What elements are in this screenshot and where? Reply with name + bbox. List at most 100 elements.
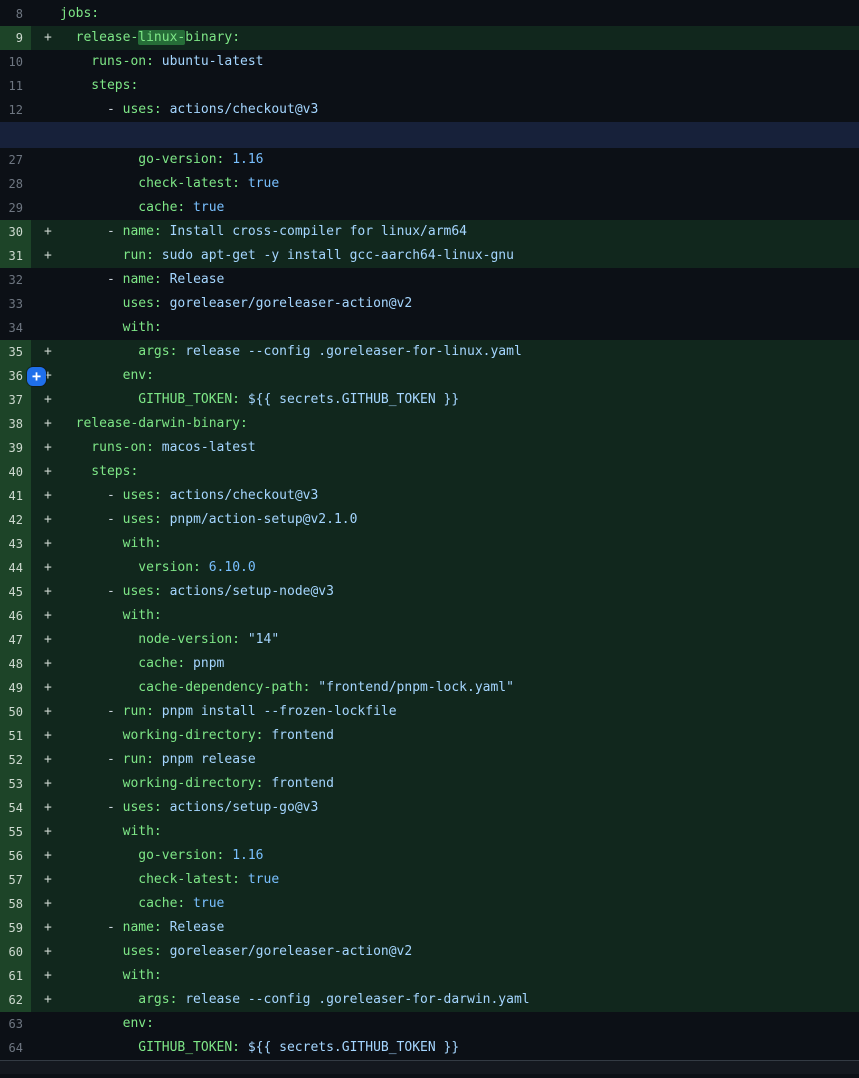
line-number[interactable]: 58 [0,892,31,916]
diff-row: 31+ run: sudo apt-get -y install gcc-aar… [0,244,859,268]
diff-row: 39+ runs-on: macos-latest [0,436,859,460]
line-number[interactable]: 48 [0,652,31,676]
line-number[interactable]: 40 [0,460,31,484]
line-number[interactable]: 38 [0,412,31,436]
code-segment: - [60,584,123,599]
diff-row: 12 - uses: actions/checkout@v3 [0,98,859,122]
line-number[interactable]: 56 [0,844,31,868]
line-number[interactable]: 41 [0,484,31,508]
code-segment: GITHUB_TOKEN: [60,392,240,407]
code-line: with: [60,316,859,340]
line-number[interactable]: 44 [0,556,31,580]
line-number[interactable]: 35 [0,340,31,364]
diff-marker [31,268,60,292]
code-line: go-version: 1.16 [60,148,859,172]
diff-marker: + [31,676,60,700]
diff-row: 33 uses: goreleaser/goreleaser-action@v2 [0,292,859,316]
code-line: steps: [60,460,859,484]
line-number[interactable]: 8 [0,2,31,26]
code-segment: Install cross-compiler for linux/arm64 [162,224,467,239]
line-number[interactable]: 27 [0,148,31,172]
code-segment: - [60,920,123,935]
line-number[interactable]: 61 [0,964,31,988]
line-number[interactable]: 45 [0,580,31,604]
diff-marker [31,74,60,98]
line-number[interactable]: 60 [0,940,31,964]
diff-marker: + [31,916,60,940]
line-number[interactable]: 12 [0,98,31,122]
diff-row: 54+ - uses: actions/setup-go@v3 [0,796,859,820]
line-number[interactable]: 52 [0,748,31,772]
code-line: GITHUB_TOKEN: ${{ secrets.GITHUB_TOKEN }… [60,388,859,412]
code-segment: - [60,488,123,503]
line-number[interactable]: 43 [0,532,31,556]
diff-marker [31,316,60,340]
code-segment: cache: [60,896,185,911]
diff-row: 45+ - uses: actions/setup-node@v3 [0,580,859,604]
line-number[interactable]: 64 [0,1036,31,1060]
code-segment: uses: [123,102,162,117]
code-segment: macos-latest [154,440,256,455]
code-segment: release-darwin-binary: [60,416,248,431]
line-number[interactable]: 31 [0,244,31,268]
diff-row: 48+ cache: pnpm [0,652,859,676]
line-number[interactable]: 33 [0,292,31,316]
line-number[interactable]: 51 [0,724,31,748]
code-line: env: [60,1012,859,1036]
line-number[interactable]: 39 [0,436,31,460]
line-number[interactable]: 37 [0,388,31,412]
code-segment: - [60,704,123,719]
line-number[interactable]: 29 [0,196,31,220]
code-line: - uses: actions/setup-go@v3 [60,796,859,820]
code-line: - uses: pnpm/action-setup@v2.1.0 [60,508,859,532]
line-number[interactable]: 50 [0,700,31,724]
line-number[interactable]: 57 [0,868,31,892]
line-number[interactable]: 30 [0,220,31,244]
diff-row: 28 check-latest: true [0,172,859,196]
diff-row: 47+ node-version: "14" [0,628,859,652]
add-comment-button[interactable]: + [27,367,46,386]
code-line: - name: Release [60,916,859,940]
line-number[interactable]: 54 [0,796,31,820]
line-number[interactable]: 10 [0,50,31,74]
code-segment: uses: [123,488,162,503]
line-number[interactable]: 11 [0,74,31,98]
diff-marker: + [31,388,60,412]
diff-row: 8jobs: [0,2,859,26]
code-line: GITHUB_TOKEN: ${{ secrets.GITHUB_TOKEN }… [60,1036,859,1060]
code-segment: cache: [60,200,185,215]
expand-hunk-band[interactable] [0,122,859,148]
code-segment: Release [162,272,225,287]
line-number[interactable]: 9 [0,26,31,50]
code-line: cache: pnpm [60,652,859,676]
line-number[interactable]: 49 [0,676,31,700]
code-line: - run: pnpm install --frozen-lockfile [60,700,859,724]
diff-marker [31,1012,60,1036]
line-number[interactable]: 55 [0,820,31,844]
code-segment: check-latest: [60,872,240,887]
code-segment: args: [60,992,177,1007]
code-segment: ${{ secrets.GITHUB_TOKEN }} [240,392,459,407]
line-number[interactable]: 32 [0,268,31,292]
diff-row: 61+ with: [0,964,859,988]
diff-marker: + [31,988,60,1012]
line-number[interactable]: 63 [0,1012,31,1036]
line-number[interactable]: 59 [0,916,31,940]
code-segment: actions/checkout@v3 [162,102,319,117]
line-number[interactable]: 53 [0,772,31,796]
code-segment: runs-on: [60,54,154,69]
line-number[interactable]: 28 [0,172,31,196]
diff-row: 58+ cache: true [0,892,859,916]
code-line: release-linux-binary: [60,26,859,50]
code-segment: run: [60,248,154,263]
code-segment: frontend [264,728,334,743]
line-number[interactable]: 47 [0,628,31,652]
line-number[interactable]: 46 [0,604,31,628]
line-number[interactable]: 34 [0,316,31,340]
code-segment: goreleaser/goreleaser-action@v2 [162,944,412,959]
code-segment: - [60,512,123,527]
code-segment: ubuntu-latest [154,54,264,69]
diff-row: 50+ - run: pnpm install --frozen-lockfil… [0,700,859,724]
line-number[interactable]: 42 [0,508,31,532]
line-number[interactable]: 62 [0,988,31,1012]
